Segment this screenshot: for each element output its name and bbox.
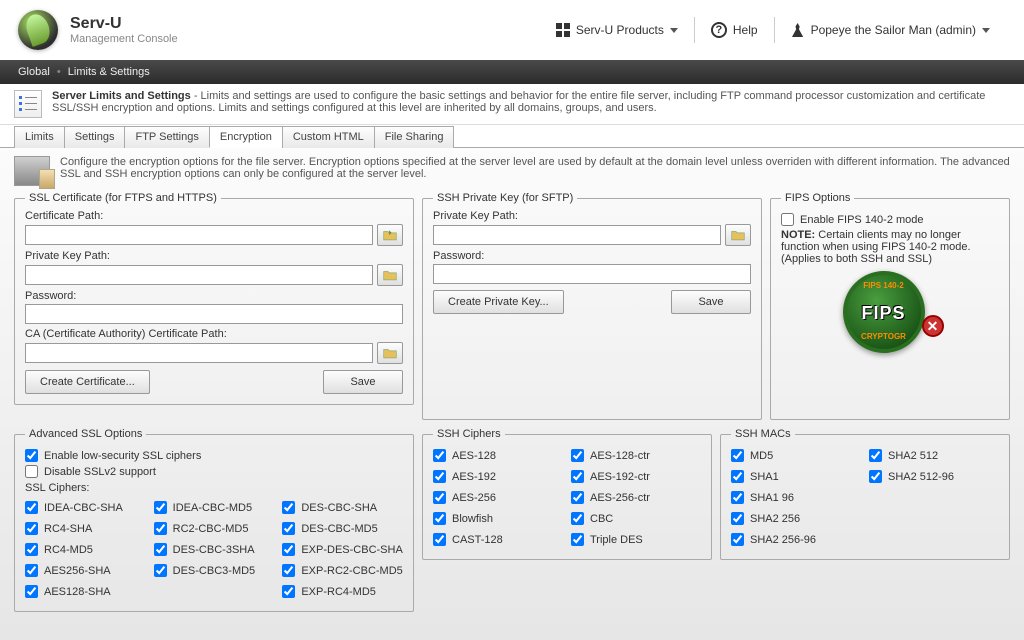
fips-legend: FIPS Options: [781, 192, 854, 204]
breadcrumb: Global • Limits & Settings: [0, 60, 1024, 84]
ssl-cipher-rc2-cbc-md5[interactable]: RC2-CBC-MD5: [154, 522, 275, 535]
adv-ssl-legend: Advanced SSL Options: [25, 428, 146, 440]
ssh-privkey-input[interactable]: [433, 225, 721, 245]
cert-path-browse-button[interactable]: [377, 224, 403, 246]
create-private-key-button[interactable]: Create Private Key...: [433, 290, 564, 314]
ssl-cipher-des-cbc-sha[interactable]: DES-CBC-SHA: [282, 501, 403, 514]
ssh-cipher-cbc[interactable]: CBC: [571, 512, 701, 525]
tab-settings[interactable]: Settings: [64, 126, 126, 148]
ssh-ciphers-legend: SSH Ciphers: [433, 428, 505, 440]
app-title: Serv-U: [70, 15, 178, 33]
ssh-cipher-aes-192[interactable]: AES-192: [433, 470, 563, 483]
products-menu[interactable]: Serv-U Products: [540, 23, 694, 37]
ssl-cipher-idea-cbc-sha[interactable]: IDEA-CBC-SHA: [25, 501, 146, 514]
ssl-cipher-des-cbc3-md5[interactable]: DES-CBC3-MD5: [154, 564, 275, 577]
ssh-cipher-aes-256[interactable]: AES-256: [433, 491, 563, 504]
ssl-cipher-idea-cbc-md5[interactable]: IDEA-CBC-MD5: [154, 501, 275, 514]
ssh-ciphers-group: SSH Ciphers AES-128 AES-128-ctr AES-192 AES…: [422, 428, 712, 560]
ssh-mac-sha1-96[interactable]: SHA1 96: [731, 491, 861, 504]
ssh-mac-sha2-256[interactable]: SHA2 256: [731, 512, 861, 525]
help-icon: ?: [711, 22, 727, 38]
create-certificate-button[interactable]: Create Certificate...: [25, 370, 150, 394]
ssl-cipher-des-cbc-md5[interactable]: DES-CBC-MD5: [282, 522, 403, 535]
help-link[interactable]: ? Help: [695, 22, 774, 38]
ssl-cipher-exp-rc2-cbc-md5[interactable]: EXP-RC2-CBC-MD5: [282, 564, 403, 577]
page-desc-text: - Limits and settings are used to config…: [52, 90, 985, 114]
ssl-password-input[interactable]: [25, 304, 403, 324]
ssh-cipher-aes-128-ctr[interactable]: AES-128-ctr: [571, 449, 701, 462]
user-icon: [791, 23, 805, 37]
tab-ftp-settings[interactable]: FTP Settings: [124, 126, 209, 148]
ssl-ciphers-label: SSL Ciphers:: [25, 482, 403, 494]
ssh-cipher-cast-128[interactable]: CAST-128: [433, 533, 563, 546]
ssh-macs-legend: SSH MACs: [731, 428, 795, 440]
ssh-cipher-triple-des[interactable]: Triple DES: [571, 533, 701, 546]
ssh-mac-md5[interactable]: MD5: [731, 449, 861, 462]
ssh-mac-sha2-512-96[interactable]: SHA2 512-96: [869, 470, 999, 483]
products-label: Serv-U Products: [576, 23, 664, 37]
ssh-macs-group: SSH MACs MD5 SHA2 512 SHA1 SHA2 512-96 SHA1 …: [720, 428, 1010, 560]
fips-disabled-icon: ✕: [922, 315, 944, 337]
ssh-cipher-aes-128[interactable]: AES-128: [433, 449, 563, 462]
ssh-private-key-group: SSH Private Key (for SFTP) Private Key P…: [422, 192, 762, 420]
ssh-password-label: Password:: [433, 250, 751, 262]
ca-path-input[interactable]: [25, 343, 373, 363]
ca-path-browse-button[interactable]: [377, 342, 403, 364]
page-title: Server Limits and Settings: [52, 90, 191, 102]
ssl-cipher-aes128-sha[interactable]: AES128-SHA: [25, 585, 146, 598]
ssl-privkey-input[interactable]: [25, 265, 373, 285]
ssl-cert-legend: SSL Certificate (for FTPS and HTTPS): [25, 192, 221, 204]
ssl-password-label: Password:: [25, 290, 403, 302]
ssl-certificate-group: SSL Certificate (for FTPS and HTTPS) Cer…: [14, 192, 414, 405]
ssh-cipher-blowfish[interactable]: Blowfish: [433, 512, 563, 525]
fips-badge: FIPS 140-2 FIPS CRYPTOGR ✕: [843, 271, 938, 341]
advanced-ssl-group: Advanced SSL Options Enable low-security…: [14, 428, 414, 612]
ssl-cipher-des-cbc-3sha[interactable]: DES-CBC-3SHA: [154, 543, 275, 556]
ssl-cipher-aes256-sha[interactable]: AES256-SHA: [25, 564, 146, 577]
enable-fips-checkbox[interactable]: Enable FIPS 140-2 mode: [781, 213, 999, 226]
ssh-save-button[interactable]: Save: [671, 290, 751, 314]
ssl-privkey-label: Private Key Path:: [25, 250, 403, 262]
ssl-privkey-browse-button[interactable]: [377, 264, 403, 286]
disable-sslv2-checkbox[interactable]: Disable SSLv2 support: [25, 465, 403, 478]
breadcrumb-root[interactable]: Global: [18, 66, 50, 78]
tab-custom-html[interactable]: Custom HTML: [282, 126, 375, 148]
user-menu[interactable]: Popeye the Sailor Man (admin): [775, 23, 1006, 37]
cert-path-input[interactable]: [25, 225, 373, 245]
ssl-cipher-exp-rc4-md5[interactable]: EXP-RC4-MD5: [282, 585, 403, 598]
ca-path-label: CA (Certificate Authority) Certificate P…: [25, 328, 403, 340]
server-icon: [14, 156, 50, 186]
fips-note: NOTE: Certain clients may no longer func…: [781, 229, 999, 265]
settings-list-icon: [14, 90, 42, 118]
enable-fips-input[interactable]: [781, 213, 794, 226]
ssh-privkey-label: Private Key Path:: [433, 210, 751, 222]
app-logo: [18, 10, 58, 50]
ssh-privkey-browse-button[interactable]: [725, 224, 751, 246]
low-security-checkbox[interactable]: Enable low-security SSL ciphers: [25, 449, 403, 462]
ssh-mac-sha2-256-96[interactable]: SHA2 256-96: [731, 533, 861, 546]
tab-limits[interactable]: Limits: [14, 126, 65, 148]
fips-options-group: FIPS Options Enable FIPS 140-2 mode NOTE…: [770, 192, 1010, 420]
help-label: Help: [733, 23, 758, 37]
ssl-cipher-rc4-md5[interactable]: RC4-MD5: [25, 543, 146, 556]
ssh-mac-sha2-512[interactable]: SHA2 512: [869, 449, 999, 462]
tab-encryption[interactable]: Encryption: [209, 126, 283, 148]
ssh-password-input[interactable]: [433, 264, 751, 284]
ssl-cipher-rc4-sha[interactable]: RC4-SHA: [25, 522, 146, 535]
ssh-key-legend: SSH Private Key (for SFTP): [433, 192, 577, 204]
user-label: Popeye the Sailor Man (admin): [811, 23, 976, 37]
caret-down-icon: [670, 28, 678, 33]
ssl-cipher-exp-des-cbc-sha[interactable]: EXP-DES-CBC-SHA: [282, 543, 403, 556]
ssh-cipher-aes-192-ctr[interactable]: AES-192-ctr: [571, 470, 701, 483]
cert-path-label: Certificate Path:: [25, 210, 403, 222]
ssl-save-button[interactable]: Save: [323, 370, 403, 394]
app-subtitle: Management Console: [70, 33, 178, 45]
caret-down-icon: [982, 28, 990, 33]
tab-file-sharing[interactable]: File Sharing: [374, 126, 455, 148]
breadcrumb-current: Limits & Settings: [68, 66, 150, 78]
grid-icon: [556, 23, 570, 37]
ssh-cipher-aes-256-ctr[interactable]: AES-256-ctr: [571, 491, 701, 504]
ssh-mac-sha1[interactable]: SHA1: [731, 470, 861, 483]
tab-description: Configure the encryption options for the…: [60, 156, 1010, 186]
